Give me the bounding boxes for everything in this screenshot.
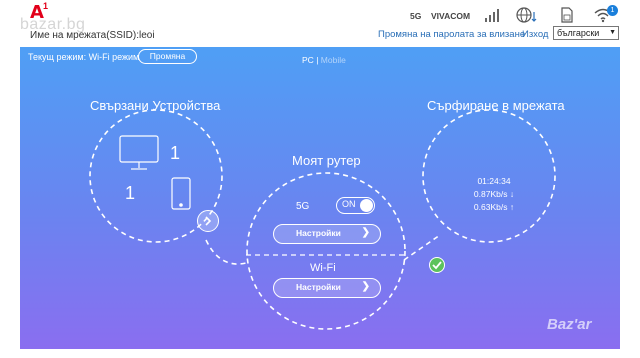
mobile-count: 1 bbox=[125, 183, 136, 203]
view-separator: | bbox=[316, 55, 319, 65]
settings-5g-label: Настройки bbox=[296, 228, 341, 238]
link-devices-router bbox=[205, 239, 247, 265]
view-mobile-link[interactable]: Mobile bbox=[321, 55, 346, 65]
toggle-knob bbox=[360, 199, 373, 212]
5g-toggle[interactable]: ON bbox=[336, 197, 375, 214]
topology-diagram bbox=[89, 109, 556, 330]
chevron-right-icon bbox=[205, 216, 212, 226]
signal-bars-icon bbox=[485, 9, 499, 22]
router-title: Моят рутер bbox=[292, 153, 361, 168]
traffic-stats: 01:24:34 0.87Kb/s ↓ 0.63Kb/s ↑ bbox=[472, 175, 516, 214]
sim-card-icon bbox=[561, 7, 573, 23]
connection-ok-indicator bbox=[429, 257, 445, 273]
chevron-right-icon: ❯ bbox=[361, 281, 370, 292]
band-label: 5G bbox=[410, 11, 422, 21]
surf-title: Сърфиране в мрежата bbox=[427, 98, 565, 113]
phone-icon bbox=[171, 177, 191, 210]
language-selected: български bbox=[557, 28, 600, 38]
change-mode-button[interactable]: Промяна bbox=[138, 49, 197, 64]
current-mode-label: Текущ режим: Wi-Fi режим bbox=[28, 52, 140, 62]
devices-more-button[interactable] bbox=[197, 210, 219, 232]
operator-name: VIVACOM bbox=[431, 11, 471, 21]
check-icon bbox=[432, 261, 442, 270]
band-5g-label: 5G bbox=[296, 201, 310, 212]
change-password-link[interactable]: Промяна на паролата за влизане bbox=[378, 29, 525, 40]
chevron-down-icon: ▼ bbox=[609, 29, 616, 36]
settings-5g-button[interactable]: Настройки ❯ bbox=[273, 224, 381, 244]
settings-wifi-button[interactable]: Настройки ❯ bbox=[273, 278, 381, 298]
language-select[interactable]: български ▼ bbox=[553, 26, 619, 40]
network-name: Име на мрежата(SSID):leoi bbox=[30, 30, 155, 41]
uptime: 01:24:34 bbox=[477, 176, 511, 186]
monitor-icon bbox=[119, 135, 159, 170]
logout-link[interactable]: Изход bbox=[522, 29, 548, 40]
view-switch: PC | Mobile bbox=[302, 55, 346, 65]
router-circle bbox=[246, 172, 406, 330]
status-bar: 5G VIVACOM 1 bbox=[0, 5, 640, 24]
upload-speed: 0.63Kb/s ↑ bbox=[473, 202, 515, 212]
devices-title: Свързани Устройства bbox=[90, 98, 221, 113]
chevron-right-icon: ❯ bbox=[361, 227, 370, 238]
view-pc-link[interactable]: PC bbox=[302, 55, 314, 65]
toggle-state: ON bbox=[342, 199, 356, 209]
main-panel: Текущ режим: Wi-Fi режим Промяна PC | Mo… bbox=[20, 47, 620, 349]
bazar-watermark: Baz'ar bbox=[547, 316, 592, 333]
settings-wifi-label: Настройки bbox=[296, 282, 341, 292]
globe-icon[interactable] bbox=[515, 6, 541, 24]
wifi-clients-badge: 1 bbox=[607, 5, 618, 16]
download-speed: 0.87Kb/s ↓ bbox=[473, 189, 515, 199]
pc-count: 1 bbox=[170, 143, 181, 163]
wifi-section-label: Wi-Fi bbox=[310, 262, 336, 274]
